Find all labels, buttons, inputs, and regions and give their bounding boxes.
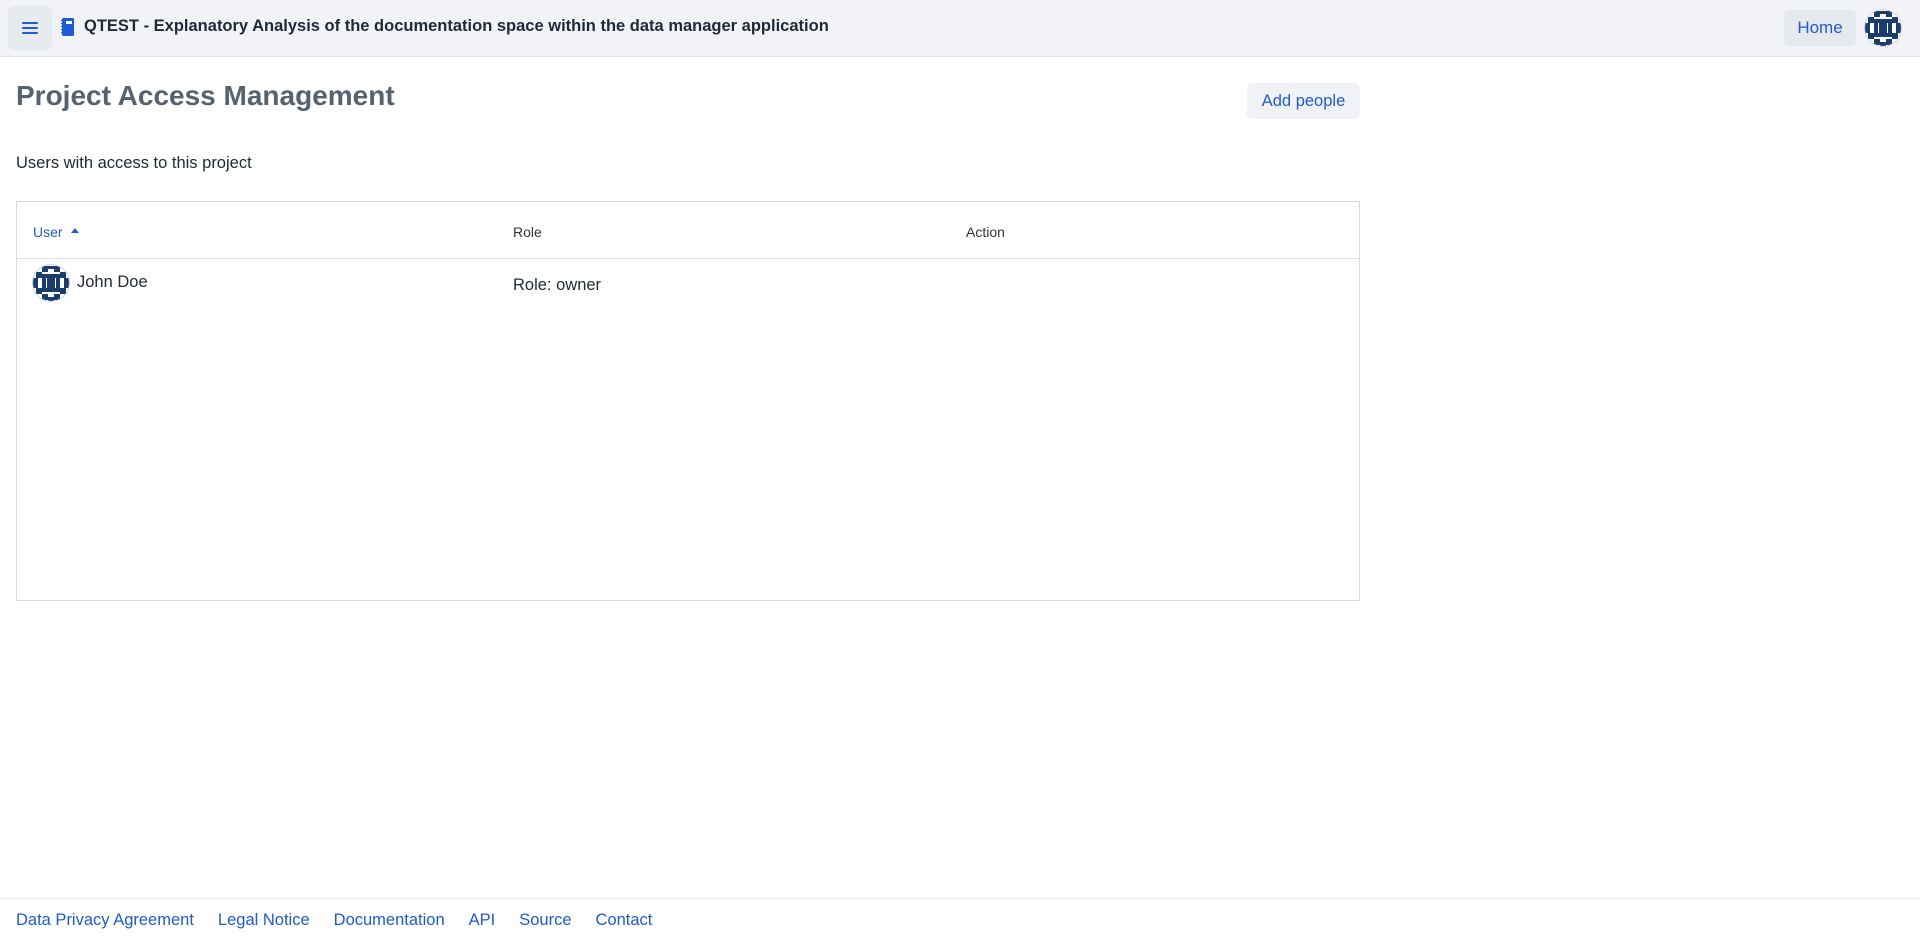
column-header-role: Role [513,224,542,240]
footer: Data Privacy Agreement Legal Notice Docu… [0,898,1920,942]
add-people-button[interactable]: Add people [1247,83,1360,119]
column-header-user[interactable]: User [33,224,79,240]
footer-link-documentation[interactable]: Documentation [334,911,445,930]
table-header: User Role Action [17,202,1359,259]
column-header-action: Action [966,224,1005,240]
user-avatar-icon[interactable] [1864,9,1902,47]
page-title: Project Access Management [16,80,395,111]
user-name: John Doe [77,273,148,291]
page-subtitle: Users with access to this project [16,154,252,172]
top-bar: QTEST - Explanatory Analysis of the docu… [0,0,1920,57]
footer-links: Data Privacy Agreement Legal Notice Docu… [16,911,652,930]
table-row: John Doe Role: owner [17,259,1359,309]
footer-link-data-privacy-agreement[interactable]: Data Privacy Agreement [16,911,194,930]
notebook-icon [61,18,74,36]
user-role: Role: owner [513,276,602,294]
sort-ascending-icon [70,228,79,233]
footer-link-api[interactable]: API [469,911,496,930]
column-header-user-label: User [33,224,63,240]
app-title: QTEST - Explanatory Analysis of the docu… [84,17,829,35]
hamburger-menu-icon [22,22,38,34]
user-avatar-icon [32,264,70,302]
footer-link-contact[interactable]: Contact [596,911,653,930]
home-button[interactable]: Home [1784,10,1856,46]
footer-link-source[interactable]: Source [519,911,571,930]
menu-button[interactable] [8,6,52,50]
users-table: User Role Action John Doe Role: owner [16,201,1360,601]
footer-link-legal-notice[interactable]: Legal Notice [218,911,310,930]
